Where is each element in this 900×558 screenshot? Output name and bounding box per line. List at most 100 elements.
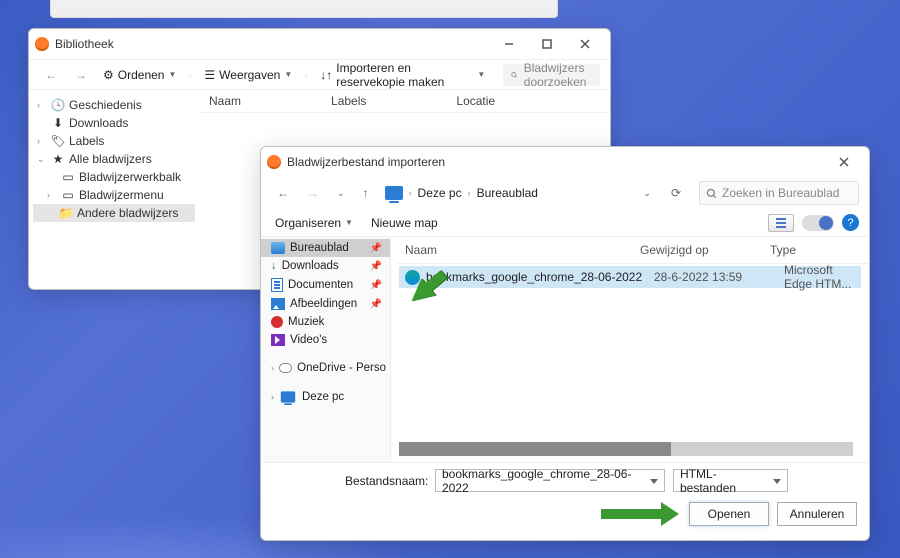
pin-icon: 📌 bbox=[370, 261, 382, 272]
forward-button[interactable]: → bbox=[69, 66, 93, 84]
breadcrumb[interactable]: › Deze pc › Bureaublad bbox=[385, 186, 538, 200]
cloud-icon bbox=[279, 363, 292, 373]
tree-history[interactable]: ›🕓Geschiedenis bbox=[33, 96, 195, 114]
download-icon: ↓ bbox=[271, 260, 277, 272]
file-row[interactable]: bookmarks_google_chrome_28-06-2022 28-6-… bbox=[399, 266, 861, 288]
file-columns[interactable]: Naam Gewijzigd op Type bbox=[397, 237, 869, 264]
dialog-nav: ← → ⌄ ↑ › Deze pc › Bureaublad ⌄ ⟳ Zoeke… bbox=[261, 177, 869, 209]
filename-label: Bestandsnaam: bbox=[345, 474, 427, 488]
minimize-button[interactable] bbox=[490, 30, 528, 58]
tree-pictures[interactable]: Afbeeldingen📌 bbox=[261, 295, 390, 313]
recent-chevron-icon[interactable]: ⌄ bbox=[331, 186, 351, 201]
folder-search-input[interactable]: Zoeken in Bureaublad bbox=[699, 181, 859, 205]
library-toolbar: ← → ⚙ Ordenen ▼ · ☰ Weergaven ▼ · ↓↑ Imp… bbox=[29, 59, 610, 89]
library-tree: ›🕓Geschiedenis ⬇Downloads ›🏷Labels ⌄★All… bbox=[29, 90, 199, 289]
video-icon bbox=[271, 334, 285, 346]
column-type[interactable]: Type bbox=[770, 243, 861, 257]
folder-icon: ▭ bbox=[61, 188, 75, 202]
folder-tree: Bureaublad📌 ↓Downloads📌 Documenten📌 Afbe… bbox=[261, 237, 391, 462]
download-icon: ⬇ bbox=[51, 116, 65, 130]
picture-icon bbox=[271, 298, 285, 310]
filetype-combobox[interactable]: HTML-bestanden bbox=[673, 469, 788, 492]
gear-icon: ⚙ bbox=[103, 68, 114, 82]
clock-icon: 🕓 bbox=[51, 98, 65, 112]
dialog-toolbar: Organiseren▼ Nieuwe map ? bbox=[261, 209, 869, 237]
crumb-desktop[interactable]: Bureaublad bbox=[477, 186, 538, 200]
tree-bookmarks-toolbar[interactable]: ▭Bladwijzerwerkbalk bbox=[33, 168, 195, 186]
bookmark-search-input[interactable]: Bladwijzers doorzoeken bbox=[503, 64, 600, 86]
breadcrumb-dropdown[interactable]: ⌄ bbox=[635, 184, 659, 203]
tree-desktop[interactable]: Bureaublad📌 bbox=[261, 239, 390, 257]
file-type: Microsoft Edge HTM... bbox=[784, 263, 855, 291]
library-titlebar[interactable]: Bibliotheek bbox=[29, 29, 610, 59]
views-button[interactable]: ☰ Weergaven ▼ bbox=[200, 66, 296, 84]
close-button[interactable] bbox=[566, 30, 604, 58]
horizontal-scrollbar[interactable] bbox=[399, 442, 853, 456]
help-button[interactable]: ? bbox=[842, 214, 859, 231]
folder-icon: ▭ bbox=[61, 170, 75, 184]
view-mode-button[interactable] bbox=[768, 214, 794, 232]
forward-button[interactable]: → bbox=[301, 184, 325, 202]
tree-other-bookmarks[interactable]: 📁Andere bladwijzers bbox=[33, 204, 195, 222]
column-labels[interactable]: Labels bbox=[331, 94, 366, 108]
close-button[interactable] bbox=[825, 148, 863, 176]
star-icon: ★ bbox=[51, 152, 65, 166]
crumb-thispc[interactable]: Deze pc bbox=[418, 186, 462, 200]
import-dialog: Bladwijzerbestand importeren ← → ⌄ ↑ › D… bbox=[260, 146, 870, 541]
tree-all-bookmarks[interactable]: ⌄★Alle bladwijzers bbox=[33, 150, 195, 168]
maximize-button[interactable] bbox=[528, 30, 566, 58]
file-date: 28-6-2022 13:59 bbox=[654, 270, 784, 284]
annotation-arrow-open bbox=[601, 502, 679, 526]
firefox-icon bbox=[35, 37, 49, 51]
column-modified[interactable]: Gewijzigd op bbox=[640, 243, 770, 257]
tree-onedrive[interactable]: ›OneDrive - Perso bbox=[261, 359, 390, 377]
document-icon bbox=[271, 278, 283, 292]
list-icon: ☰ bbox=[204, 68, 215, 82]
library-title: Bibliotheek bbox=[55, 37, 114, 51]
refresh-button[interactable]: ⟳ bbox=[665, 184, 687, 202]
preview-toggle[interactable] bbox=[802, 215, 834, 231]
tree-documents[interactable]: Documenten📌 bbox=[261, 275, 390, 295]
import-export-icon: ↓↑ bbox=[320, 68, 332, 82]
up-button[interactable]: ↑ bbox=[357, 184, 375, 202]
file-name: bookmarks_google_chrome_28-06-2022 bbox=[426, 270, 654, 284]
pin-icon: 📌 bbox=[370, 243, 382, 254]
firefox-icon bbox=[267, 155, 281, 169]
back-button[interactable]: ← bbox=[271, 184, 295, 202]
organize-button[interactable]: ⚙ Ordenen ▼ bbox=[99, 66, 180, 84]
open-button[interactable]: Openen bbox=[689, 502, 769, 526]
pin-icon: 📌 bbox=[370, 299, 382, 310]
tree-downloads[interactable]: ↓Downloads📌 bbox=[261, 257, 390, 275]
chevron-down-icon: ▼ bbox=[168, 70, 176, 79]
background-window-fragment bbox=[50, 0, 558, 18]
tree-thispc[interactable]: ›Deze pc bbox=[261, 387, 390, 407]
thispc-icon bbox=[385, 186, 403, 200]
import-backup-button[interactable]: ↓↑ Importeren en reservekopie maken ▼ bbox=[316, 59, 489, 91]
chevron-down-icon: ▼ bbox=[284, 70, 292, 79]
tree-bookmarks-menu[interactable]: ›▭Bladwijzermenu bbox=[33, 186, 195, 204]
thispc-icon bbox=[281, 391, 295, 402]
cancel-button[interactable]: Annuleren bbox=[777, 502, 857, 526]
organize-button[interactable]: Organiseren▼ bbox=[271, 214, 357, 232]
folder-icon: 📁 bbox=[59, 206, 73, 220]
tree-music[interactable]: Muziek bbox=[261, 313, 390, 331]
folder-icon bbox=[271, 242, 285, 254]
pin-icon: 📌 bbox=[370, 280, 382, 291]
column-name[interactable]: Naam bbox=[405, 243, 640, 257]
chevron-down-icon: ▼ bbox=[345, 218, 353, 227]
new-folder-button[interactable]: Nieuwe map bbox=[371, 216, 438, 230]
dialog-title: Bladwijzerbestand importeren bbox=[287, 155, 445, 169]
chevron-right-icon: › bbox=[409, 188, 412, 198]
dialog-titlebar[interactable]: Bladwijzerbestand importeren bbox=[261, 147, 869, 177]
tree-labels[interactable]: ›🏷Labels bbox=[33, 132, 195, 150]
dialog-footer: Bestandsnaam: bookmarks_google_chrome_28… bbox=[261, 462, 869, 540]
music-icon bbox=[271, 316, 283, 328]
library-columns[interactable]: Naam Labels Locatie bbox=[199, 90, 610, 113]
chevron-down-icon: ▼ bbox=[477, 70, 485, 79]
filename-combobox[interactable]: bookmarks_google_chrome_28-06-2022 bbox=[435, 469, 665, 492]
tree-videos[interactable]: Video's bbox=[261, 331, 390, 349]
column-location[interactable]: Locatie bbox=[456, 94, 495, 108]
back-button[interactable]: ← bbox=[39, 66, 63, 84]
column-name[interactable]: Naam bbox=[209, 94, 241, 108]
tree-downloads[interactable]: ⬇Downloads bbox=[33, 114, 195, 132]
